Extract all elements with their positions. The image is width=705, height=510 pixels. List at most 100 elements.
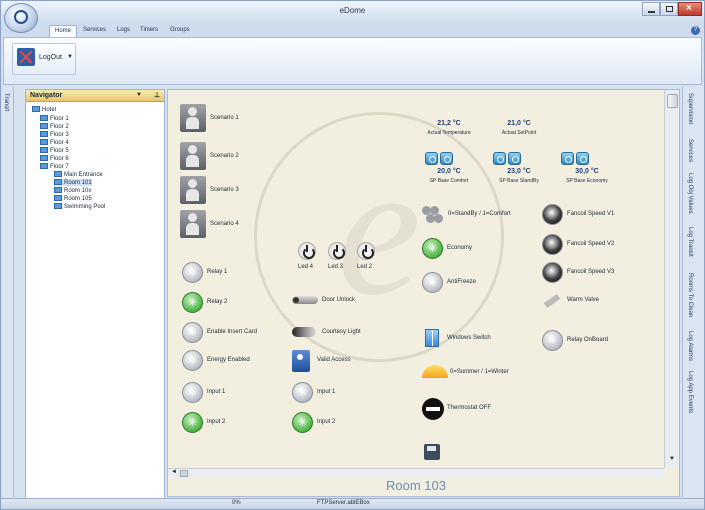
thermometer-up-icon[interactable]: [508, 152, 521, 165]
thermometer-up-icon[interactable]: [440, 152, 453, 165]
led-4-power-button[interactable]: [298, 242, 316, 260]
tree-item-floor-6[interactable]: Floor 6: [40, 155, 69, 162]
room-icon: [54, 187, 62, 193]
tab-logs[interactable]: Logs: [112, 25, 135, 37]
flashlight-icon: [292, 327, 316, 337]
floor-icon: [40, 139, 48, 145]
economy-icon: ✳: [422, 238, 443, 259]
led-3-power-button[interactable]: [328, 242, 346, 260]
minimize-button[interactable]: [642, 2, 660, 16]
fan-icon: [542, 204, 563, 225]
edome-watermark-logo: e: [254, 112, 504, 362]
people-icon: [422, 206, 446, 224]
tab-supervision[interactable]: Supervision: [687, 93, 693, 124]
scroll-down-icon[interactable]: ▼: [669, 456, 675, 462]
sp-economy-value: 30,0 °C: [575, 168, 599, 175]
server-name: FTPServer.ablEBox: [317, 500, 370, 506]
thermometer-down-icon[interactable]: [561, 152, 574, 165]
tree-item-floor-1[interactable]: Floor 1: [40, 115, 69, 122]
tab-timers[interactable]: Timers: [135, 25, 163, 37]
logout-label: LogOut: [39, 54, 62, 61]
led-3-label: Led 3: [328, 264, 344, 270]
tab-log-alarms[interactable]: Log Alarms: [687, 331, 693, 361]
tab-services[interactable]: Services: [78, 25, 111, 37]
floor-icon: [40, 163, 48, 169]
save-icon: [424, 444, 440, 460]
ribbon-panel: LogOut ▼: [3, 37, 702, 85]
tab-log-obj-values[interactable]: Log Obj Values: [687, 173, 693, 214]
app-menu-button[interactable]: [4, 3, 38, 33]
room-icon: [54, 179, 62, 185]
maximize-icon: [666, 6, 673, 12]
scrollbar-thumb[interactable]: [667, 94, 678, 108]
tab-services-side[interactable]: Services: [687, 139, 693, 162]
left-collapsed-panel[interactable]: [2, 87, 14, 497]
sp-standby-label: SP Base StandBy: [499, 178, 539, 184]
tab-groups[interactable]: Groups: [165, 25, 195, 37]
room-icon: [54, 171, 62, 177]
room-icon: [54, 195, 62, 201]
transit-tab[interactable]: Transit: [3, 93, 9, 111]
chevron-down-icon[interactable]: ▼: [136, 92, 142, 98]
tab-log-transit[interactable]: Log Transit: [687, 227, 693, 257]
tab-home[interactable]: Home: [49, 25, 78, 37]
tree-item-room-101[interactable]: Room 101: [54, 179, 92, 186]
relay-1-icon: ✳: [182, 262, 203, 283]
chevron-down-icon[interactable]: ▼: [67, 54, 73, 60]
scroll-left-icon[interactable]: ◄: [171, 469, 177, 475]
logout-button[interactable]: LogOut ▼: [12, 43, 76, 75]
thermometer-down-icon[interactable]: [493, 152, 506, 165]
tree-item-floor-3[interactable]: Floor 3: [40, 131, 69, 138]
floor-icon: [40, 123, 48, 129]
actual-setpoint-label: Actual SetPoint: [501, 130, 537, 136]
person-icon: [180, 142, 206, 170]
status-bar: 0% FTPServer.ablEBox: [1, 498, 704, 509]
led-2-power-button[interactable]: [357, 242, 375, 260]
hotel-icon: [32, 106, 40, 112]
fan-icon: [542, 234, 563, 255]
sp-economy-label: SP Base Economy: [566, 178, 608, 184]
window-title: eDome: [339, 6, 366, 15]
window-icon: [425, 329, 439, 347]
horizontal-scrollbar[interactable]: ◄: [168, 468, 664, 478]
floor-icon: [40, 155, 48, 161]
tree-item-floor-2[interactable]: Floor 2: [40, 123, 69, 130]
right-side-tabs: Supervision Services Log Obj Values Log …: [682, 87, 704, 497]
input-1-icon: ✳: [182, 382, 203, 403]
thermometer-up-icon[interactable]: [576, 152, 589, 165]
pin-icon[interactable]: ⊥: [154, 91, 160, 99]
minimize-icon: [648, 11, 655, 13]
thermometer-down-icon[interactable]: [425, 152, 438, 165]
close-button[interactable]: ×: [678, 2, 702, 16]
insert-card-icon: ✳: [182, 322, 203, 343]
antifreeze-icon: ✳: [422, 272, 443, 293]
thermostat-off-icon: [422, 398, 444, 420]
tree-item-floor-4[interactable]: Floor 4: [40, 139, 69, 146]
sp-comfort-value: 20,0 °C: [437, 168, 461, 175]
tree-item-floor-7[interactable]: Floor 7: [40, 163, 69, 170]
progress-text: 0%: [232, 500, 241, 506]
tree-item-room-10x[interactable]: Room 10x: [54, 187, 91, 194]
relay-2-icon: ✳: [182, 292, 203, 313]
actual-temperature-label: Actual Temperature: [427, 130, 471, 136]
navigator-panel: Navigator ▼ ⊥ Hotel Floor 1 Floor 2 Floo…: [25, 89, 165, 499]
scrollbar-thumb[interactable]: [180, 470, 188, 477]
help-icon[interactable]: ?: [691, 26, 700, 35]
vertical-scrollbar[interactable]: ▼: [664, 90, 679, 468]
ribbon-tabs: Home Services Logs Timers Groups ?: [1, 23, 704, 37]
tree-item-main-entrance[interactable]: Main Entrance: [54, 171, 103, 178]
close-icon: ×: [686, 3, 692, 14]
tab-rooms-to-clean[interactable]: Rooms To Clean: [687, 273, 693, 317]
room-icon: [54, 203, 62, 209]
tree-item-hotel[interactable]: Hotel: [32, 106, 56, 113]
valve-icon: [542, 290, 562, 310]
tree-item-room-105[interactable]: Room 105: [54, 195, 92, 202]
key-icon: [292, 296, 318, 304]
person-icon: [180, 176, 206, 204]
person-icon: [180, 210, 206, 238]
maximize-button[interactable]: [660, 2, 678, 16]
tree-item-floor-5[interactable]: Floor 5: [40, 147, 69, 154]
tab-log-app-events[interactable]: Log App Events: [687, 371, 693, 413]
tree-item-swimming-pool[interactable]: Swimming Pool: [54, 203, 105, 210]
input-2-icon: ✳: [182, 412, 203, 433]
